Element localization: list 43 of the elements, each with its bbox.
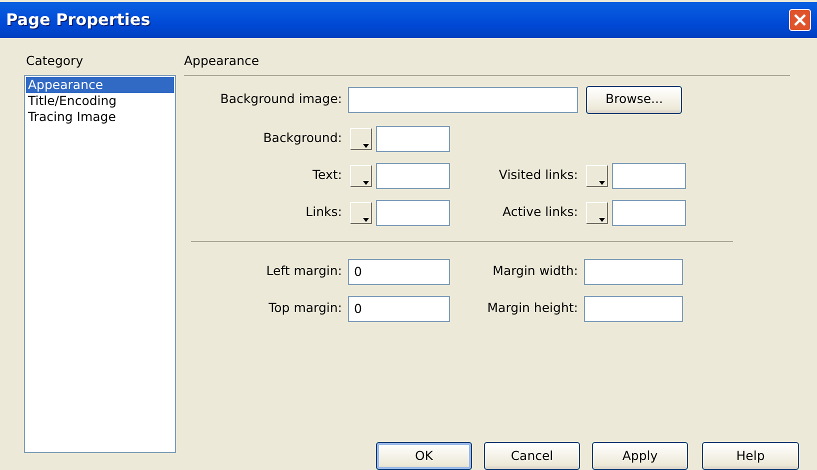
color-field[interactable] bbox=[376, 200, 450, 226]
color-picker-button[interactable] bbox=[350, 164, 372, 187]
color-picker-button[interactable] bbox=[350, 128, 372, 150]
text-field[interactable] bbox=[348, 86, 578, 113]
close-button[interactable] bbox=[789, 9, 811, 31]
dropdown-arrow-icon bbox=[363, 144, 369, 148]
color-field[interactable] bbox=[612, 200, 686, 226]
dropdown-arrow-icon bbox=[599, 218, 605, 222]
dialog-button[interactable]: OK bbox=[376, 442, 472, 470]
browse-button[interactable]: Browse... bbox=[586, 86, 682, 114]
field-label: Left margin: bbox=[265, 262, 342, 280]
field-label: Active links: bbox=[502, 203, 578, 222]
dropdown-arrow-icon bbox=[599, 180, 605, 185]
field-label: Text: bbox=[312, 166, 342, 184]
color-field[interactable] bbox=[376, 126, 450, 152]
color-field[interactable] bbox=[376, 162, 450, 189]
dialog-button[interactable]: Cancel bbox=[484, 442, 580, 470]
color-picker-button[interactable] bbox=[586, 164, 608, 187]
dropdown-arrow-icon bbox=[363, 218, 369, 222]
field-label: Background image: bbox=[219, 90, 342, 108]
dialog-button[interactable]: Help bbox=[702, 442, 799, 470]
category-label: Category bbox=[25, 52, 84, 70]
section-title: Appearance bbox=[184, 52, 260, 70]
color-field[interactable] bbox=[612, 162, 686, 189]
field-label: Visited links: bbox=[498, 166, 578, 184]
color-picker-button[interactable] bbox=[350, 202, 372, 224]
text-field[interactable] bbox=[584, 258, 683, 285]
field-label: Links: bbox=[304, 203, 342, 222]
color-picker-button[interactable] bbox=[586, 202, 608, 224]
category-item[interactable]: Appearance bbox=[26, 76, 174, 93]
dropdown-arrow-icon bbox=[363, 180, 369, 185]
window-title: Page Properties bbox=[6, 9, 150, 31]
category-item[interactable]: Title/Encoding bbox=[26, 92, 174, 109]
field-label: Top margin: bbox=[268, 299, 342, 318]
text-field[interactable]: 0 bbox=[348, 258, 450, 285]
category-item[interactable]: Tracing Image bbox=[26, 108, 174, 125]
field-label: Margin width: bbox=[492, 262, 578, 280]
close-icon bbox=[794, 14, 806, 26]
text-field[interactable]: 0 bbox=[348, 296, 450, 322]
text-field[interactable] bbox=[584, 296, 683, 322]
field-label: Background: bbox=[262, 129, 342, 148]
dialog-button[interactable]: Apply bbox=[592, 442, 688, 470]
field-label: Margin height: bbox=[486, 299, 578, 318]
